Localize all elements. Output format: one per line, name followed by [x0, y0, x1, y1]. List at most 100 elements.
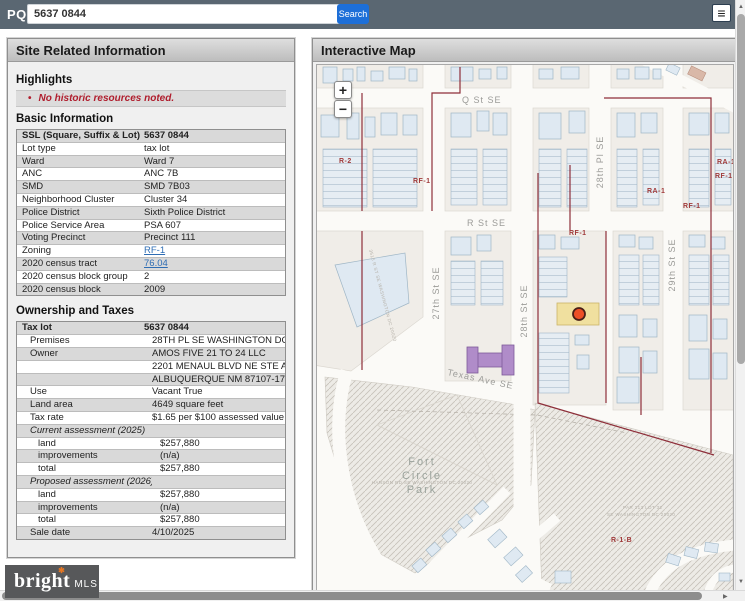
logo-star-icon: ✱ — [58, 566, 65, 575]
row-label: total — [17, 463, 160, 475]
search-button[interactable]: Search — [337, 4, 369, 24]
street-label-29th: 29th St SE — [667, 238, 677, 291]
table-row: Proposed assessment (2026) — [17, 476, 285, 489]
row-label: ANC — [17, 168, 144, 180]
row-value: ALBUQUERQUE NM 87107-1711 — [152, 374, 285, 386]
zone-label-ra1: RA-1 — [647, 188, 665, 195]
row-value: tax lot — [144, 143, 285, 155]
row-value: Ward 7 — [144, 156, 285, 168]
row-label: 2020 census block group — [17, 271, 144, 283]
site-info-header: Site Related Information — [8, 39, 294, 62]
table-row: Police Service AreaPSA 607 — [17, 220, 285, 233]
site-info-panel: Site Related Information Highlights • No… — [7, 38, 295, 558]
zone-label-ra1-r: RA-1 — [717, 159, 733, 166]
street-label-q-st: Q St SE — [462, 95, 502, 105]
map-zoom-out-button[interactable]: − — [334, 100, 352, 118]
table-row: Police DistrictSixth Police District — [17, 207, 285, 220]
table-row: 2020 census tract76.04 — [17, 258, 285, 271]
map-canvas[interactable]: Q St SE R St SE 27th St SE 28th St SE 28… — [316, 64, 734, 594]
row-label: Voting Precinct — [17, 232, 144, 244]
row-label: Lot type — [17, 143, 144, 155]
interactive-map-panel: Interactive Map + − — [312, 38, 736, 595]
logo-text: bright✱ — [14, 570, 70, 593]
table-row: improvements(n/a) — [17, 450, 285, 463]
table-row: Sale date4/10/2025 — [17, 527, 285, 539]
row-value: Vacant True — [152, 386, 285, 398]
scroll-down-arrow-icon[interactable]: ▼ — [738, 578, 744, 586]
scroll-up-arrow-icon[interactable]: ▲ — [738, 3, 744, 11]
logo-subtext: MLS — [74, 579, 98, 590]
table-row: total$257,880 — [17, 514, 285, 527]
map-header: Interactive Map — [313, 39, 735, 62]
row-value: 76.04 — [144, 258, 285, 270]
top-bar: PQ Search ≡ — [0, 0, 745, 29]
hamburger-icon: ≡ — [717, 5, 725, 21]
table-row: Land area4649 square feet — [17, 399, 285, 412]
parcel-address-par-2: SE WASHINGTON DC 20020 — [607, 512, 675, 517]
table-row: land$257,880 — [17, 489, 285, 502]
row-value: (n/a) — [160, 450, 285, 462]
row-value: 5637 0844 — [144, 130, 285, 142]
subject-marker[interactable] — [573, 308, 585, 320]
highlight-note-text: No historic resources noted. — [39, 93, 175, 104]
row-value: 5637 0844 — [144, 322, 285, 334]
row-value: AMOS FIVE 21 TO 24 LLC — [152, 348, 285, 360]
row-label: improvements — [17, 450, 160, 462]
row-value-link[interactable]: 76.04 — [144, 258, 168, 269]
highlight-note: • No historic resources noted. — [16, 90, 286, 107]
row-value: ANC 7B — [144, 168, 285, 180]
row-label: improvements — [17, 502, 160, 514]
zone-label-rf1-b: RF-1 — [683, 203, 701, 210]
row-value: Cluster 34 — [144, 194, 285, 206]
zone-label-rf1-a: RF-1 — [413, 178, 431, 185]
vertical-scroll-thumb[interactable] — [737, 14, 745, 364]
basic-info-table: SSL (Square, Suffix & Lot)5637 0844Lot t… — [16, 129, 286, 296]
row-label: Current assessment (2025) — [17, 425, 152, 437]
row-value: 4649 square feet — [152, 399, 285, 411]
row-value: (n/a) — [160, 502, 285, 514]
table-row: Tax lot5637 0844 — [17, 322, 285, 335]
row-label: Neighborhood Cluster — [17, 194, 144, 206]
table-row: ANCANC 7B — [17, 168, 285, 181]
parcel-address-par-1: PAR 213 LOT 32 — [623, 505, 663, 510]
zone-label-rf1-c: RF-1 — [569, 230, 587, 237]
table-row: Premises28TH PL SE WASHINGTON DC 20020 — [17, 335, 285, 348]
table-row: Tax rate$1.65 per $100 assessed value — [17, 412, 285, 425]
row-value: 4/10/2025 — [152, 527, 285, 539]
street-label-28th-pl: 28th Pl SE — [595, 136, 605, 189]
row-value: SMD 7B03 — [144, 181, 285, 193]
row-label: Premises — [17, 335, 152, 347]
table-row: OwnerAMOS FIVE 21 TO 24 LLC — [17, 348, 285, 361]
table-row: land$257,880 — [17, 438, 285, 451]
vertical-scrollbar[interactable]: ▲ ▼ — [735, 0, 745, 590]
row-label: Owner — [17, 348, 152, 360]
row-value-link[interactable]: RF-1 — [144, 245, 165, 256]
row-value: Sixth Police District — [144, 207, 285, 219]
table-row: Voting PrecinctPrecinct 111 — [17, 232, 285, 245]
street-label-27th: 27th St SE — [431, 266, 441, 319]
table-row: WardWard 7 — [17, 156, 285, 169]
table-row: SMDSMD 7B03 — [17, 181, 285, 194]
street-label-28th: 28th St SE — [519, 284, 529, 337]
row-value: $257,880 — [160, 438, 285, 450]
row-label: SMD — [17, 181, 144, 193]
row-label: Sale date — [17, 527, 152, 539]
horizontal-scroll-thumb[interactable] — [2, 592, 702, 600]
row-value: Precinct 111 — [144, 232, 285, 244]
table-row: Current assessment (2025) — [17, 425, 285, 438]
row-value: 2009 — [144, 284, 285, 296]
row-value: PSA 607 — [144, 220, 285, 232]
row-label: total — [17, 514, 160, 526]
basic-info-heading: Basic Information — [16, 113, 286, 125]
table-row: 2201 MENAUL BLVD NE STE A — [17, 361, 285, 374]
row-value: $257,880 — [160, 514, 285, 526]
menu-button[interactable]: ≡ — [712, 4, 731, 22]
table-row: 2020 census block group2 — [17, 271, 285, 284]
row-value: 28TH PL SE WASHINGTON DC 20020 — [152, 335, 285, 347]
horizontal-scrollbar[interactable]: ▶ — [0, 590, 745, 601]
row-label: Land area — [17, 399, 152, 411]
map-zoom-in-button[interactable]: + — [334, 81, 352, 99]
zone-label-r1b: R-1-B — [611, 537, 632, 544]
search-input[interactable] — [27, 4, 341, 24]
row-label: Ward — [17, 156, 144, 168]
